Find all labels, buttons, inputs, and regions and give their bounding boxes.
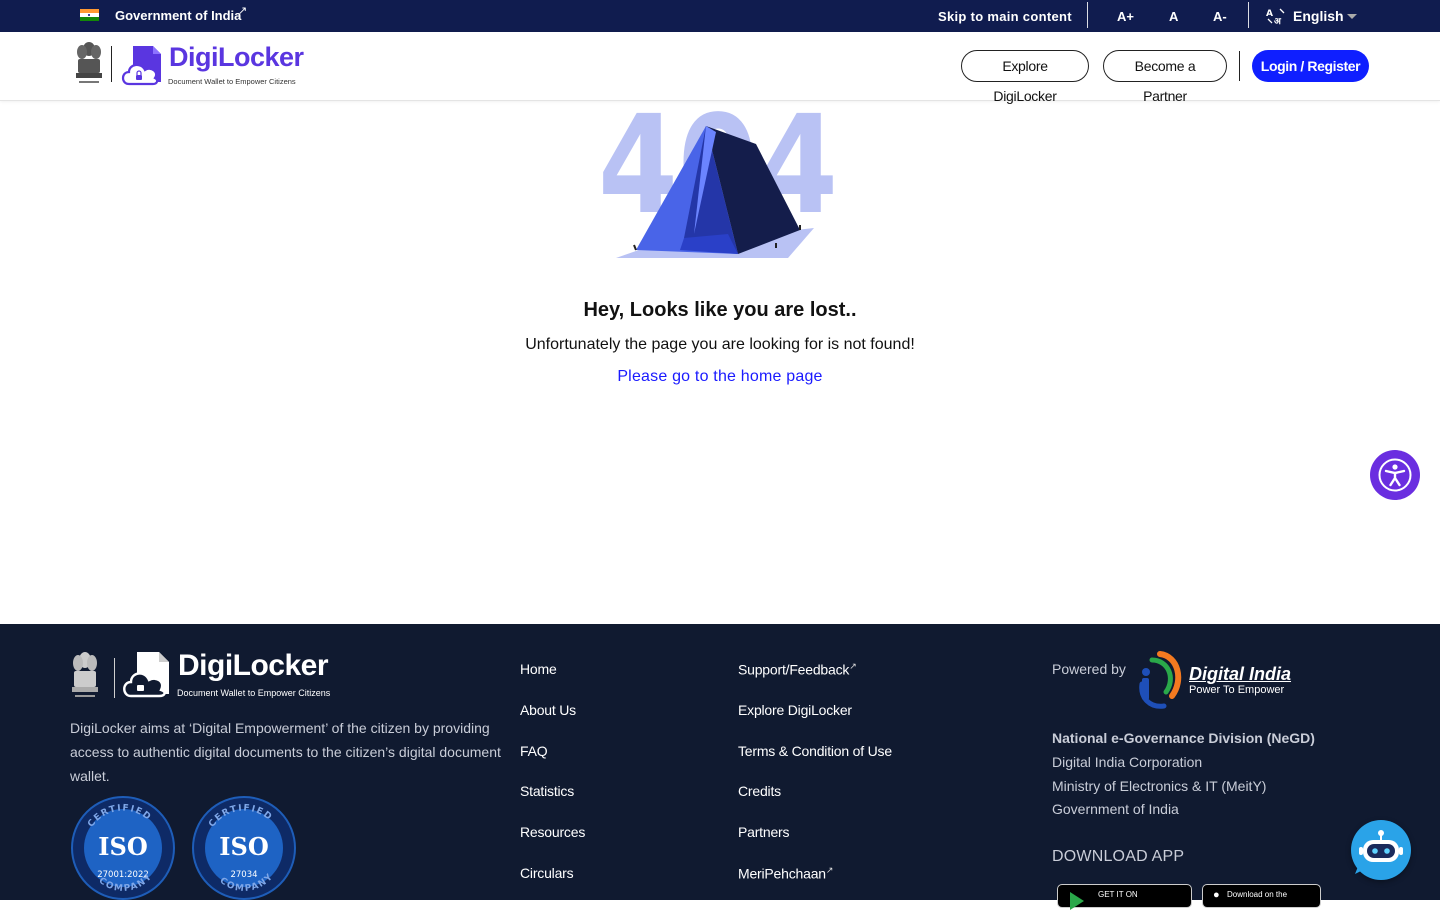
site-header: DigiLocker Document Wallet to Empower Ci…	[0, 32, 1440, 104]
footer-link-meripehchaan[interactable]: MeriPehchaan↗	[738, 865, 833, 882]
chatbot-icon	[1355, 830, 1403, 874]
header-divider	[1239, 51, 1240, 81]
footer-about-text: DigiLocker aims at ‘Digital Empowerment’…	[70, 720, 501, 784]
india-flag-icon	[80, 9, 99, 21]
google-play-button[interactable]: GET IT ON	[1057, 884, 1192, 910]
digilocker-logo-icon[interactable]	[119, 44, 165, 88]
accessibility-icon	[1378, 458, 1412, 492]
logo-tagline: Document Wallet to Empower Citizens	[168, 77, 296, 86]
chatbot-button[interactable]	[1351, 820, 1411, 880]
footer-logo-tagline: Document Wallet to Empower Citizens	[177, 688, 331, 698]
footer-link-circulars[interactable]: Circulars	[520, 865, 574, 881]
iso-mark-text: ISO	[219, 832, 268, 861]
org-line: Digital India Corporation	[1052, 754, 1203, 770]
skip-to-main-content-link[interactable]: Skip to main content	[938, 9, 1072, 24]
font-increase-button[interactable]: A+	[1117, 9, 1134, 24]
digilocker-logo-text[interactable]: DigiLocker	[169, 42, 304, 73]
footer-link-meripehchaan-text[interactable]: MeriPehchaan	[738, 866, 826, 882]
footer-link-about[interactable]: About Us	[520, 702, 576, 718]
accessibility-button[interactable]	[1370, 450, 1420, 500]
chevron-down-icon[interactable]	[1347, 14, 1357, 19]
download-app-heading: DOWNLOAD APP	[1052, 848, 1185, 865]
font-decrease-button[interactable]: A-	[1213, 9, 1227, 24]
iso-standard-text: 27034	[230, 870, 257, 880]
digital-india-tagline: Power To Empower	[1189, 684, 1285, 696]
iso-mark-text: ISO	[98, 832, 147, 861]
footer-link-explore[interactable]: Explore DigiLocker	[738, 702, 852, 718]
login-register-button[interactable]: Login / Register	[1252, 50, 1369, 82]
external-link-icon: ↗	[849, 661, 857, 671]
font-normal-button[interactable]: A	[1169, 9, 1178, 24]
footer-link-home[interactable]: Home	[520, 661, 557, 677]
footer-link-support-text[interactable]: Support/Feedback	[738, 662, 849, 678]
app-store-button[interactable]: ● Download on the	[1202, 884, 1321, 908]
digital-india-text[interactable]: Digital India	[1189, 664, 1291, 685]
error-message: Unfortunately the page you are looking f…	[525, 336, 915, 353]
negd-label: National e-Governance Division (NeGD)	[1052, 730, 1315, 746]
org-line: Government of India	[1052, 801, 1179, 817]
footer-link-terms[interactable]: Terms & Condition of Use	[738, 743, 892, 759]
footer-link-support[interactable]: Support/Feedback↗	[738, 661, 857, 678]
government-of-india-link[interactable]: Government of India	[115, 8, 241, 23]
digilocker-logo-icon[interactable]	[121, 650, 175, 700]
divider	[1087, 2, 1088, 28]
footer-digilocker-logo-text[interactable]: DigiLocker	[178, 649, 329, 683]
iso-27001-badge: CERTIFIED ISO 27001:2022 COMPANY	[71, 796, 175, 900]
home-page-link-text[interactable]: Please go to the home page	[617, 368, 822, 385]
home-page-link[interactable]: Please go to the home page	[0, 368, 1440, 386]
powered-by-label: Powered by	[1052, 661, 1126, 677]
footer-link-credits[interactable]: Credits	[738, 783, 781, 799]
external-link-icon: ↗	[238, 5, 248, 17]
national-emblem-icon	[72, 652, 98, 697]
become-partner-button[interactable]: Become a Partner	[1103, 50, 1227, 104]
google-play-label: GET IT ON	[1098, 890, 1138, 899]
iso-27034-badge: CERTIFIED ISO 27034 COMPANY	[192, 796, 296, 900]
google-play-icon	[1070, 892, 1084, 910]
header-divider	[111, 46, 112, 82]
footer-link-faq[interactable]: FAQ	[520, 743, 548, 759]
digital-india-logo-icon[interactable]	[1130, 650, 1182, 712]
error-title: Hey, Looks like you are lost..	[583, 299, 857, 321]
site-footer: DigiLocker Document Wallet to Empower Ci…	[0, 624, 1440, 910]
explore-digilocker-button[interactable]: Explore DigiLocker	[961, 50, 1089, 104]
svg-text:अ: अ	[1274, 17, 1282, 25]
divider	[1248, 2, 1249, 28]
language-selector[interactable]: English	[1293, 8, 1344, 24]
footer-link-statistics[interactable]: Statistics	[520, 783, 574, 799]
footer-logo-divider	[114, 658, 115, 698]
apple-icon: ●	[1213, 889, 1220, 901]
translate-icon[interactable]: Aअ	[1266, 7, 1286, 28]
tent-404-illustration: 404	[598, 104, 838, 258]
svg-text:A: A	[1266, 9, 1273, 19]
app-store-label: Download on the	[1227, 890, 1288, 899]
footer-link-partners[interactable]: Partners	[738, 824, 790, 840]
footer-link-resources[interactable]: Resources	[520, 824, 585, 840]
external-link-icon: ↗	[825, 865, 834, 875]
government-bar: Government of India ↗ Skip to main conte…	[0, 0, 1440, 32]
national-emblem-icon	[76, 42, 102, 83]
org-line: Ministry of Electronics & IT (MeitY)	[1052, 778, 1267, 794]
